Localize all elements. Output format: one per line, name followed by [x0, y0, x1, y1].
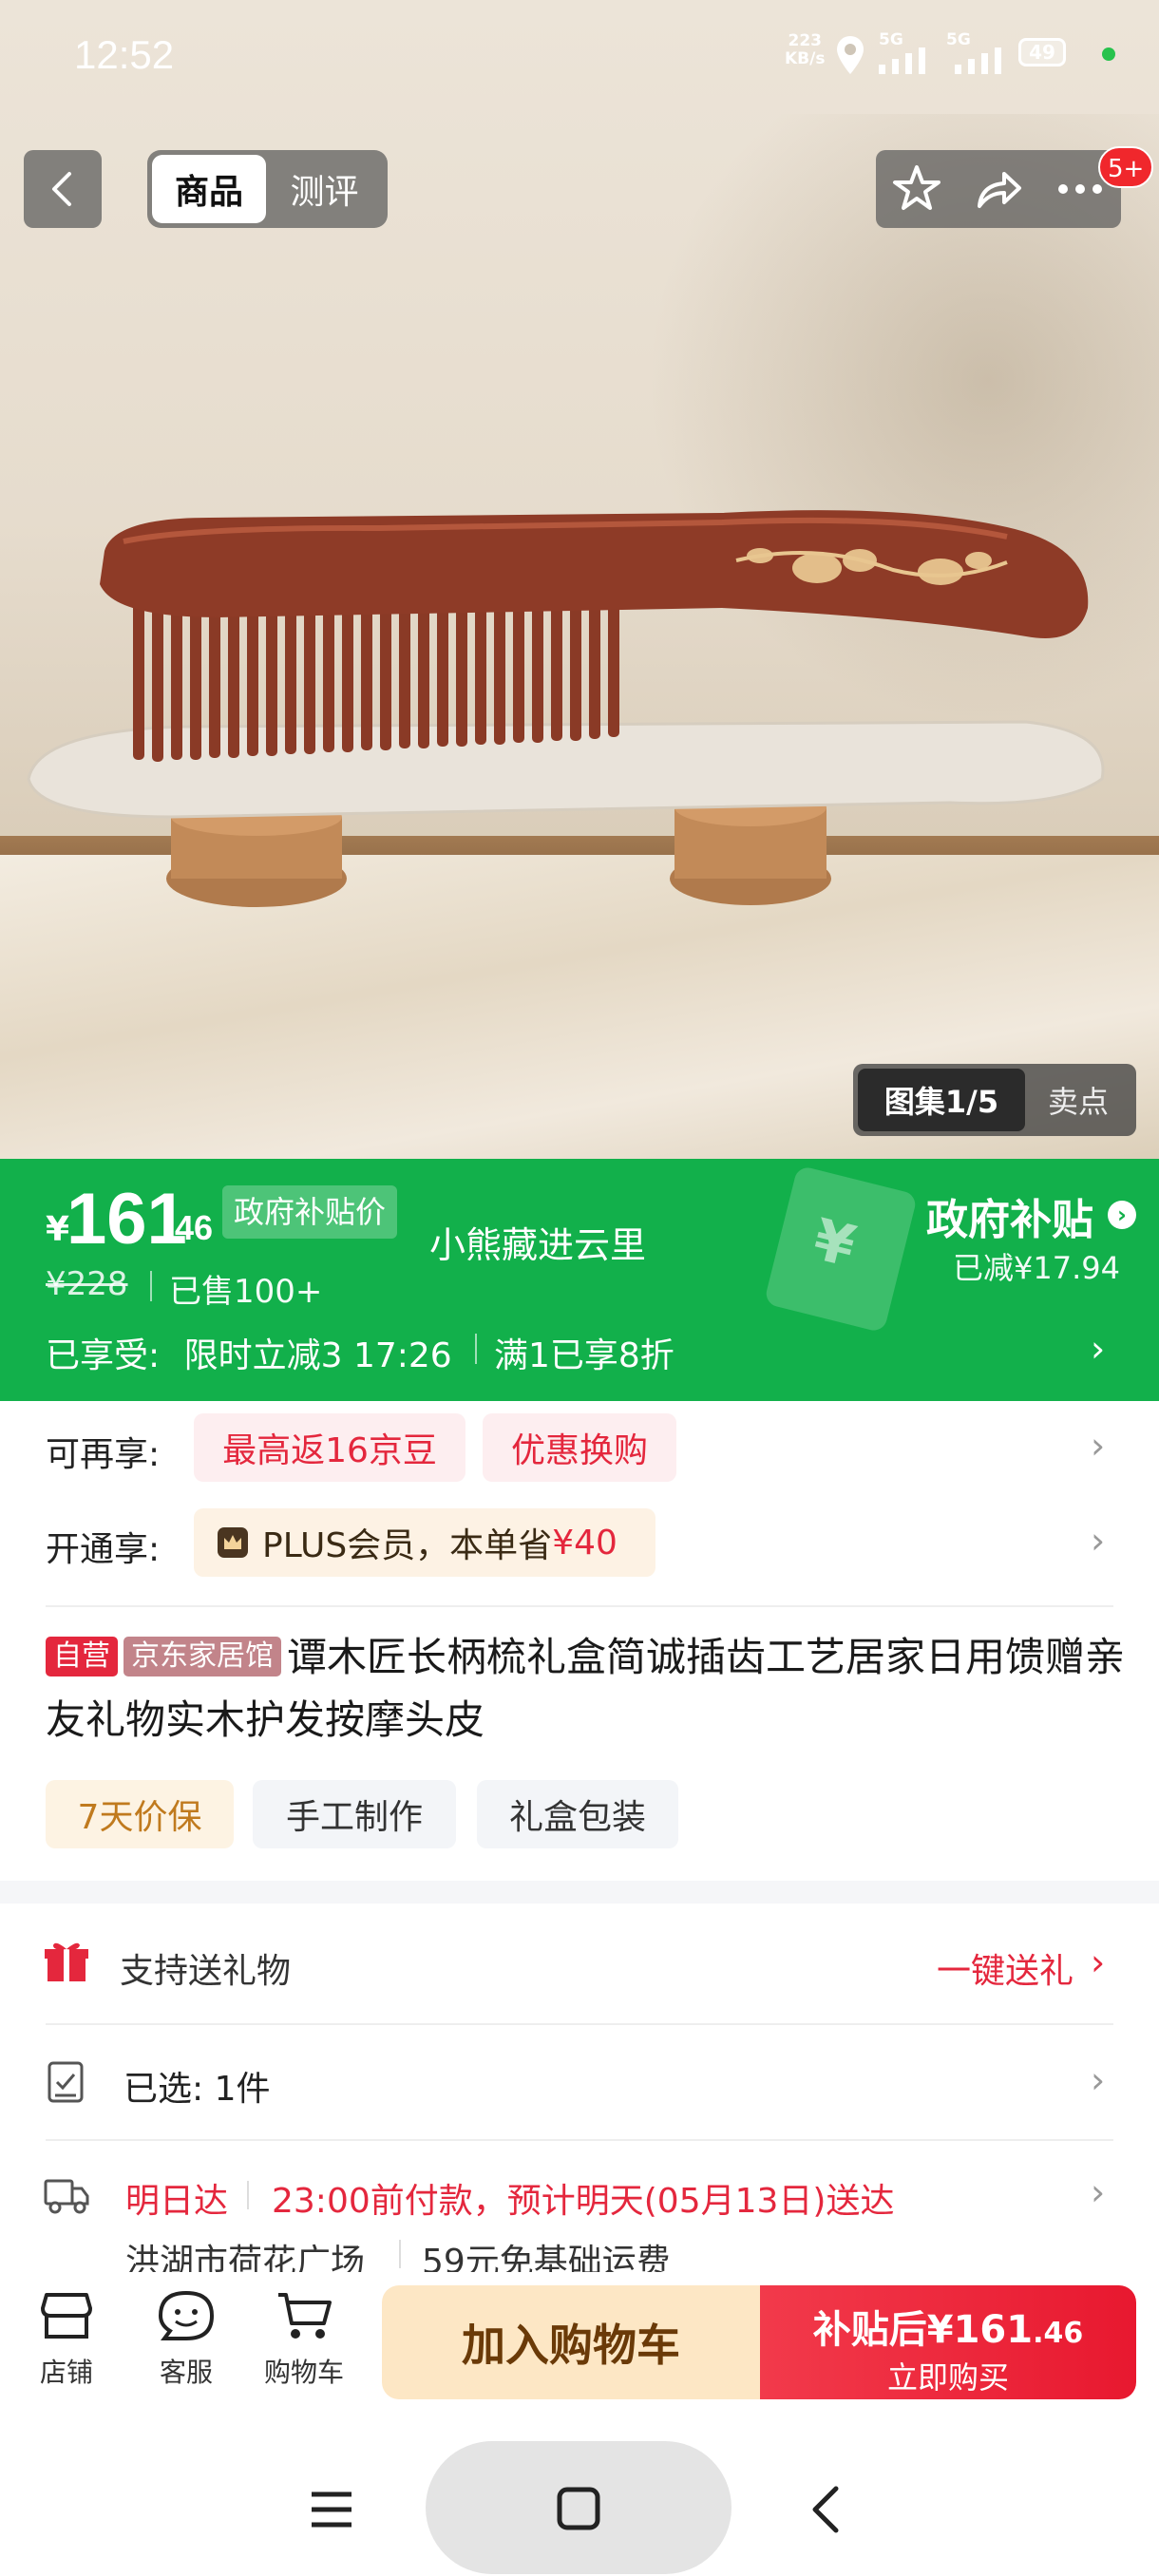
chevron-right-icon: › — [1091, 1425, 1106, 1467]
status-bar: 12:52 223 KB/s 5G 5G 49 — [0, 0, 1159, 114]
header-actions — [876, 150, 1121, 228]
plus-prefix: PLUS会员，本单省 — [262, 1526, 553, 1565]
service-label: 客服 — [159, 2357, 213, 2388]
store-tag[interactable]: 京东家居馆 — [124, 1637, 281, 1676]
store-icon — [41, 2293, 92, 2339]
page-tabs: 商品 测评 — [147, 150, 388, 228]
cart-button[interactable]: 购物车 — [256, 2289, 352, 2390]
net-speed-value: 223 — [788, 31, 822, 50]
divider — [46, 2023, 1113, 2025]
divider — [150, 1271, 152, 1301]
gov-subsidy-saved: 已减¥17.94 — [953, 1250, 1120, 1286]
message-badge: 5+ — [1098, 146, 1154, 188]
store-label: 店铺 — [39, 2357, 93, 2388]
divider — [46, 2139, 1113, 2141]
coupon-ticket-icon: ¥ — [763, 1165, 919, 1334]
home-button[interactable] — [426, 2441, 732, 2574]
more-dots-icon — [1058, 184, 1102, 194]
buy-now-label: 立即购买 — [886, 2359, 1009, 2396]
buy-price-decimal: .46 — [1033, 2317, 1084, 2350]
plus-amount: ¥40 — [552, 1523, 618, 1563]
original-price: ¥228 — [46, 1265, 128, 1303]
divider — [247, 2181, 249, 2209]
sold-count: 已售100+ — [169, 1273, 323, 1311]
gift-label: 支持送礼物 — [120, 1952, 292, 1991]
selected-spec[interactable]: 已选: 1件 — [124, 2061, 270, 2111]
favorite-button[interactable] — [876, 150, 958, 228]
chevron-right-icon: › — [1091, 2059, 1106, 2101]
tab-product[interactable]: 商品 — [152, 155, 266, 223]
cart-icon — [278, 2293, 332, 2339]
next-day-delivery[interactable]: 明日达 — [125, 2173, 228, 2223]
system-nav-bar — [0, 2432, 1159, 2576]
net-speed-unit: KB/s — [785, 49, 826, 68]
self-operated-tag: 自营 — [46, 1637, 118, 1676]
active-dot — [1102, 47, 1115, 61]
product-title: 自营 京东家居馆 谭木匠长柄梳礼盒简诚插齿工艺居家日用馈赠亲友礼物实木护发按摩头皮 — [46, 1626, 1129, 1752]
network-speed: 223 KB/s — [785, 32, 825, 68]
signal-bars-icon-2 — [955, 47, 1001, 74]
buy-price: 补贴后¥161.46 — [760, 2299, 1136, 2354]
back-nav-icon[interactable] — [809, 2485, 842, 2534]
buy-price-main: 补贴后¥161 — [812, 2308, 1034, 2352]
gov-subsidy-title[interactable]: 政府补贴 — [926, 1185, 1093, 1246]
extra-label: 可再享: — [46, 1435, 161, 1474]
enjoyed-label: 已享受: — [46, 1336, 161, 1375]
handmade-badge: 手工制作 — [253, 1780, 456, 1848]
chevron-right-icon: › — [1091, 1520, 1106, 1562]
status-time: 12:52 — [74, 32, 175, 77]
swap-chip[interactable]: 优惠换购 — [483, 1413, 676, 1482]
promo-flash-discount: 限时立减3 17:26 — [183, 1336, 452, 1375]
section-divider — [0, 1881, 1159, 1904]
share-button[interactable] — [958, 150, 1039, 228]
square-home-icon — [557, 2487, 600, 2530]
chevron-right-icon: › — [1091, 2171, 1106, 2213]
price-banner[interactable]: ¥ 161 .46 政府补贴价 小熊藏进云里 ¥228 已售100+ ¥ 政府补… — [0, 1159, 1159, 1401]
tab-review[interactable]: 测评 — [266, 155, 383, 223]
back-button[interactable] — [24, 150, 102, 228]
battery-icon: 49 — [1018, 38, 1066, 66]
truck-icon — [44, 2179, 89, 2214]
divider — [475, 1334, 477, 1364]
subsidy-price-tag: 政府补贴价 — [222, 1185, 398, 1239]
send-gift-action[interactable]: 一键送礼 — [937, 1943, 1074, 1993]
selected-spec-icon — [48, 2061, 84, 2103]
share-icon — [978, 172, 1021, 208]
promo-discount: 满1已享8折 — [494, 1336, 674, 1375]
chevron-right-icon: › — [1091, 1941, 1106, 1983]
chevron-right-icon: › — [1091, 1328, 1106, 1370]
delivery-detail: 23:00前付款，预计明天(05月13日)送达 — [272, 2182, 895, 2221]
location-icon — [837, 36, 864, 74]
plus-label: 开通享: — [46, 1530, 161, 1569]
menu-icon[interactable] — [310, 2491, 353, 2529]
divider — [399, 2240, 401, 2268]
star-icon — [893, 165, 940, 210]
divider — [46, 1605, 1113, 1607]
price-protect-badge: 7天价保 — [46, 1780, 234, 1848]
enjoyed-promotions[interactable]: 已享受: 限时立减3 17:26 — [46, 1328, 452, 1377]
cart-label: 购物车 — [263, 2357, 344, 2388]
selling-points-tab[interactable]: 卖点 — [1025, 1078, 1131, 1122]
chevron-right-icon: › — [1108, 1201, 1136, 1229]
jingdou-chip[interactable]: 最高返16京豆 — [194, 1413, 466, 1482]
shop-name: 小熊藏进云里 — [429, 1224, 647, 1266]
crown-icon — [218, 1527, 248, 1558]
buy-now-button[interactable]: 补贴后¥161.46 立即购买 — [760, 2285, 1136, 2399]
gift-icon — [45, 1942, 88, 1981]
gallery-counter[interactable]: 图集1/5 — [858, 1069, 1025, 1131]
gift-box-badge: 礼盒包装 — [477, 1780, 678, 1848]
plus-member-chip[interactable]: PLUS会员，本单省 ¥40 — [194, 1508, 656, 1577]
bottom-action-bar: 店铺 客服 购物车 加入购物车 补贴后¥161.46 立即购买 — [0, 2272, 1159, 2413]
signal-bars-icon — [879, 47, 925, 74]
customer-service-button[interactable]: 客服 — [139, 2289, 234, 2390]
add-to-cart-button[interactable]: 加入购物车 — [382, 2285, 760, 2399]
product-image-gallery[interactable]: 12:52 223 KB/s 5G 5G 49 商品 测评 5+ 图集1/5 卖… — [0, 0, 1159, 1159]
chevron-left-icon — [52, 172, 71, 206]
gallery-switcher: 图集1/5 卖点 — [853, 1064, 1136, 1136]
store-button[interactable]: 店铺 — [19, 2289, 114, 2390]
price-decimal: .46 — [165, 1208, 214, 1247]
chat-face-icon — [158, 2290, 215, 2340]
